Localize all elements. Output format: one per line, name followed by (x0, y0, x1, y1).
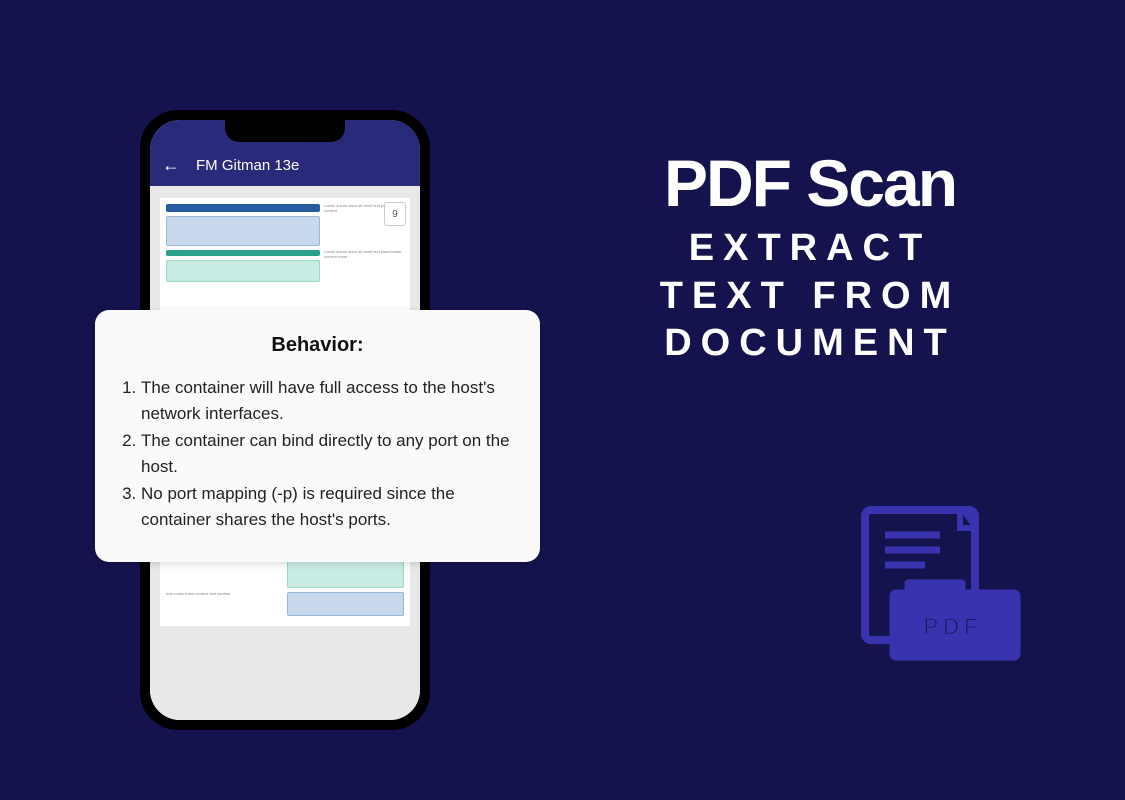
headline-sub: EXTRACT TEXT FROM DOCUMENT (560, 225, 1060, 368)
content-text: Lorem ipsum dolor sit amet text placehol… (324, 250, 404, 286)
headline-sub-line: DOCUMENT (560, 320, 1060, 368)
headline-sub-line: TEXT FROM (560, 273, 1060, 321)
list-item: The container can bind directly to any p… (141, 428, 516, 479)
content-block (166, 250, 320, 256)
page-number-badge: 9 (384, 202, 406, 226)
content-block (166, 260, 320, 282)
list-item: No port mapping (-p) is required since t… (141, 481, 516, 532)
extract-list: The container will have full access to t… (119, 375, 516, 532)
back-icon[interactable]: ← (162, 156, 180, 174)
pdf-label: PDF (924, 614, 983, 639)
headline-sub-line: EXTRACT (560, 225, 1060, 273)
promo-headline: PDF Scan EXTRACT TEXT FROM DOCUMENT (560, 145, 1060, 368)
app-title: FM Gitman 13e (196, 157, 299, 174)
content-block (166, 204, 320, 212)
extract-heading: Behavior: (119, 334, 516, 357)
content-block (287, 592, 404, 616)
extracted-text-card: Behavior: The container will have full a… (95, 310, 540, 562)
content-text: text content text content text content (166, 592, 283, 620)
phone-notch (225, 120, 345, 142)
content-block (166, 216, 320, 246)
app-header: ← FM Gitman 13e (150, 144, 420, 186)
pdf-scanner-icon: PDF (845, 500, 1025, 680)
list-item: The container will have full access to t… (141, 375, 516, 426)
headline-main: PDF Scan (560, 145, 1060, 221)
